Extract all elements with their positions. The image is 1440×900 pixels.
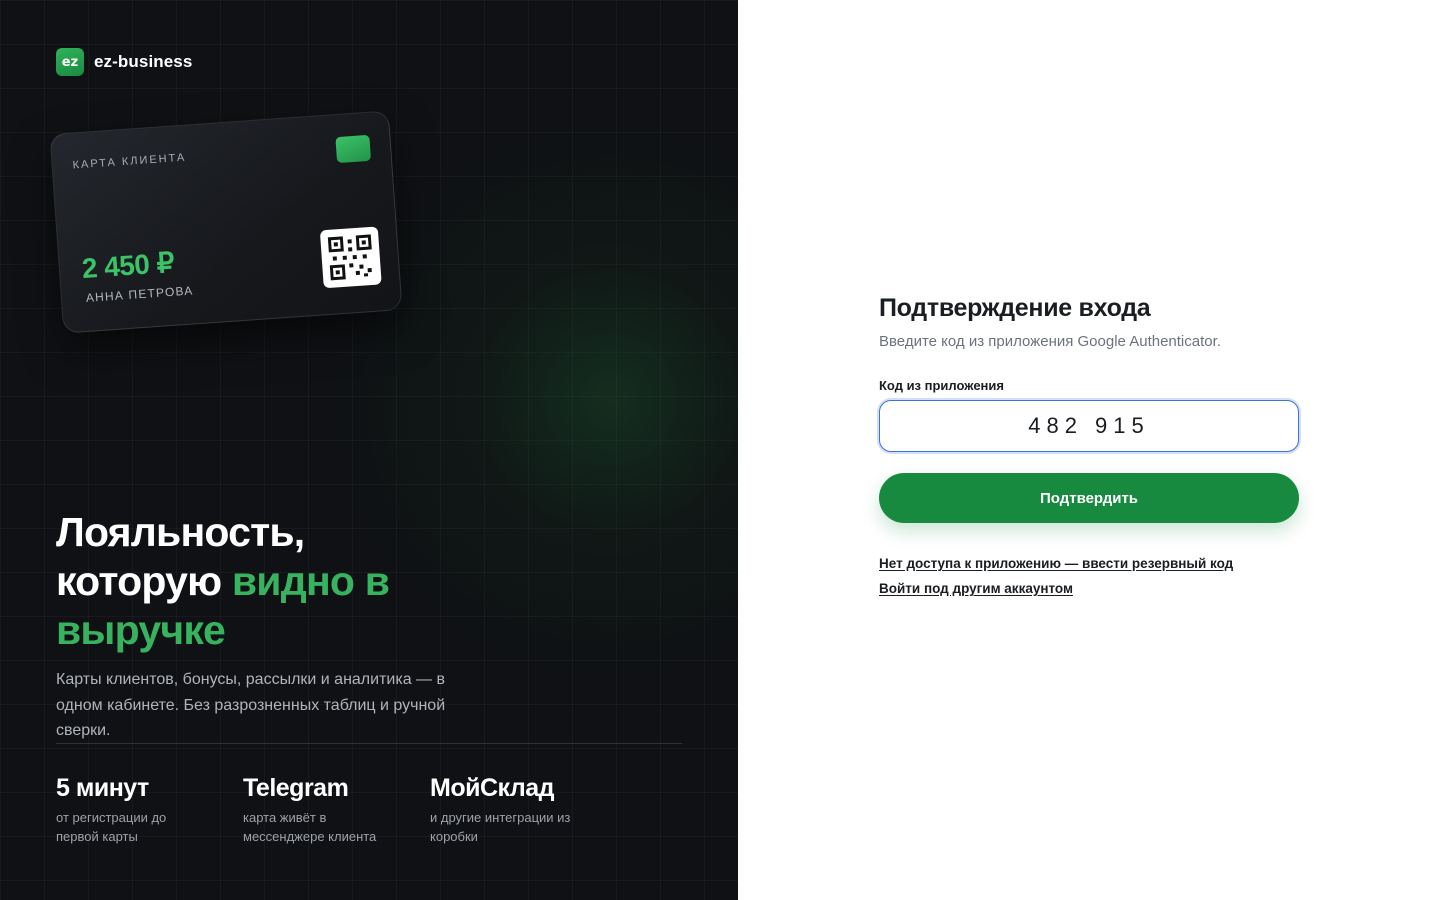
stat-item: 5 минут от регистрации до первой карты: [56, 772, 243, 846]
stat-subtitle: карта живёт в мессенджере клиента: [243, 810, 377, 844]
code-field-label: Код из приложения: [879, 378, 1004, 393]
brand-name: ez-business: [94, 52, 193, 71]
stat-subtitle: и другие интеграции из коробки: [430, 810, 571, 844]
card-holder: АННА ПЕТРОВА: [85, 283, 194, 305]
hero-line3-accent: выручке: [56, 607, 226, 653]
hero-line2-accent: видно в: [231, 558, 390, 604]
card-amount: 2 450 ₽: [80, 246, 175, 285]
loyalty-card-illustration: КАРТА КЛИЕНТА 2 450 ₽ АННА ПЕТРОВА: [49, 110, 403, 334]
two-factor-form: Подтверждение входа Введите код из прило…: [879, 292, 1299, 601]
stat-subtitle: от регистрации до первой карты: [56, 810, 167, 844]
stat-title: Telegram: [243, 774, 349, 802]
card-label: КАРТА КЛИЕНТА: [72, 151, 187, 172]
hero-description: Карты клиентов, бонусы, рассылки и анали…: [56, 671, 446, 739]
divider: [56, 743, 682, 744]
code-input[interactable]: [879, 400, 1299, 452]
qr-code-icon: [319, 226, 382, 289]
promo-panel: ez ez-business КАРТА КЛИЕНТА 2 450 ₽ АНН…: [0, 0, 738, 900]
hero-line1: Лояльность,: [56, 509, 305, 555]
hero-line2: которую: [56, 558, 232, 604]
other-account-link[interactable]: Войти под другим аккаунтом: [879, 576, 1073, 601]
hero-headline: Лояльность, которую видно в выручке: [56, 508, 576, 655]
brand-logo-icon: ez: [56, 48, 84, 76]
backup-code-link[interactable]: Нет доступа к приложению — ввести резерв…: [879, 551, 1233, 576]
form-links: Нет доступа к приложению — ввести резерв…: [879, 551, 1299, 601]
stats-row: 5 минут от регистрации до первой карты T…: [56, 772, 617, 846]
card-chip-icon: [335, 134, 372, 164]
form-title: Подтверждение входа: [879, 294, 1151, 322]
form-subtitle: Введите код из приложения Google Authent…: [879, 333, 1221, 350]
stat-item: Telegram карта живёт в мессенджере клиен…: [243, 772, 430, 846]
brand[interactable]: ez ez-business: [56, 48, 192, 76]
stat-title: МойСклад: [430, 774, 555, 802]
stat-item: МойСклад и другие интеграции из коробки: [430, 772, 617, 846]
stat-title: 5 минут: [56, 774, 149, 802]
confirm-button[interactable]: Подтвердить: [879, 473, 1299, 523]
